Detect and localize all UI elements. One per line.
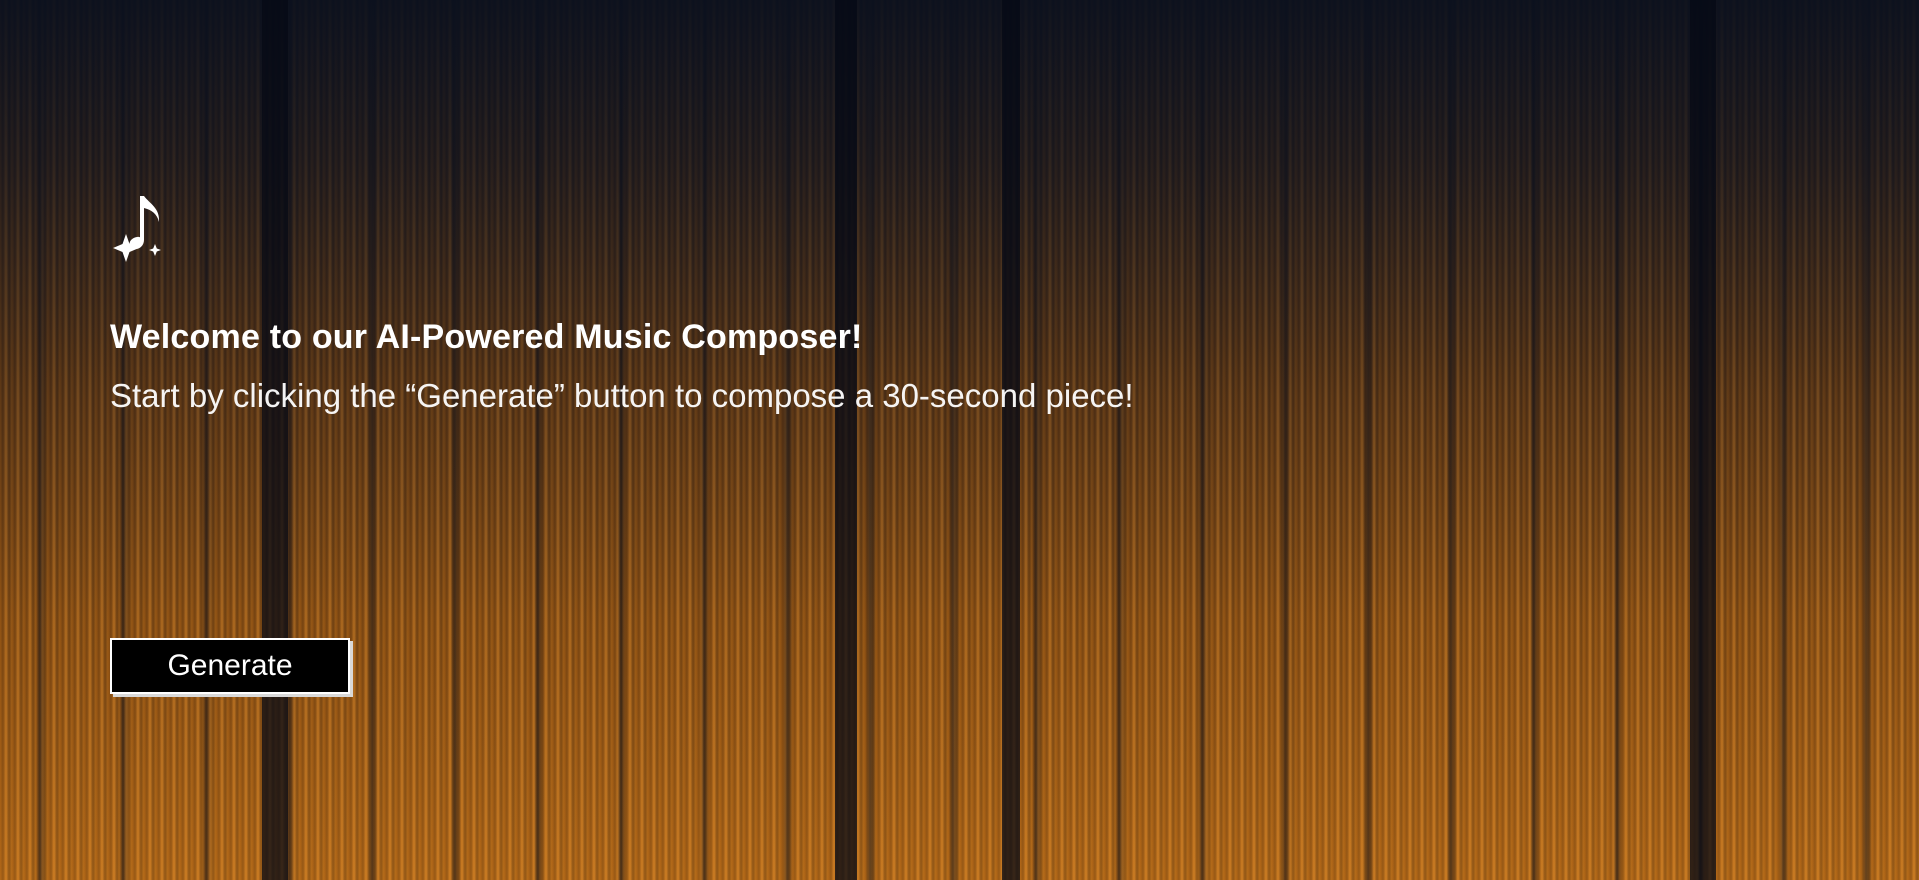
music-note-sparkle-icon bbox=[113, 196, 161, 262]
hero-section: Welcome to our AI-Powered Music Composer… bbox=[110, 190, 1610, 415]
spectrogram-band bbox=[262, 0, 288, 880]
page-subtitle: Start by clicking the “Generate” button … bbox=[110, 377, 1134, 414]
generate-button[interactable]: Generate bbox=[110, 638, 350, 694]
spectrogram-band bbox=[1690, 0, 1716, 880]
spectrogram-band bbox=[835, 0, 857, 880]
spectrogram-band bbox=[1002, 0, 1020, 880]
page-title: Welcome to our AI-Powered Music Composer… bbox=[110, 318, 863, 356]
